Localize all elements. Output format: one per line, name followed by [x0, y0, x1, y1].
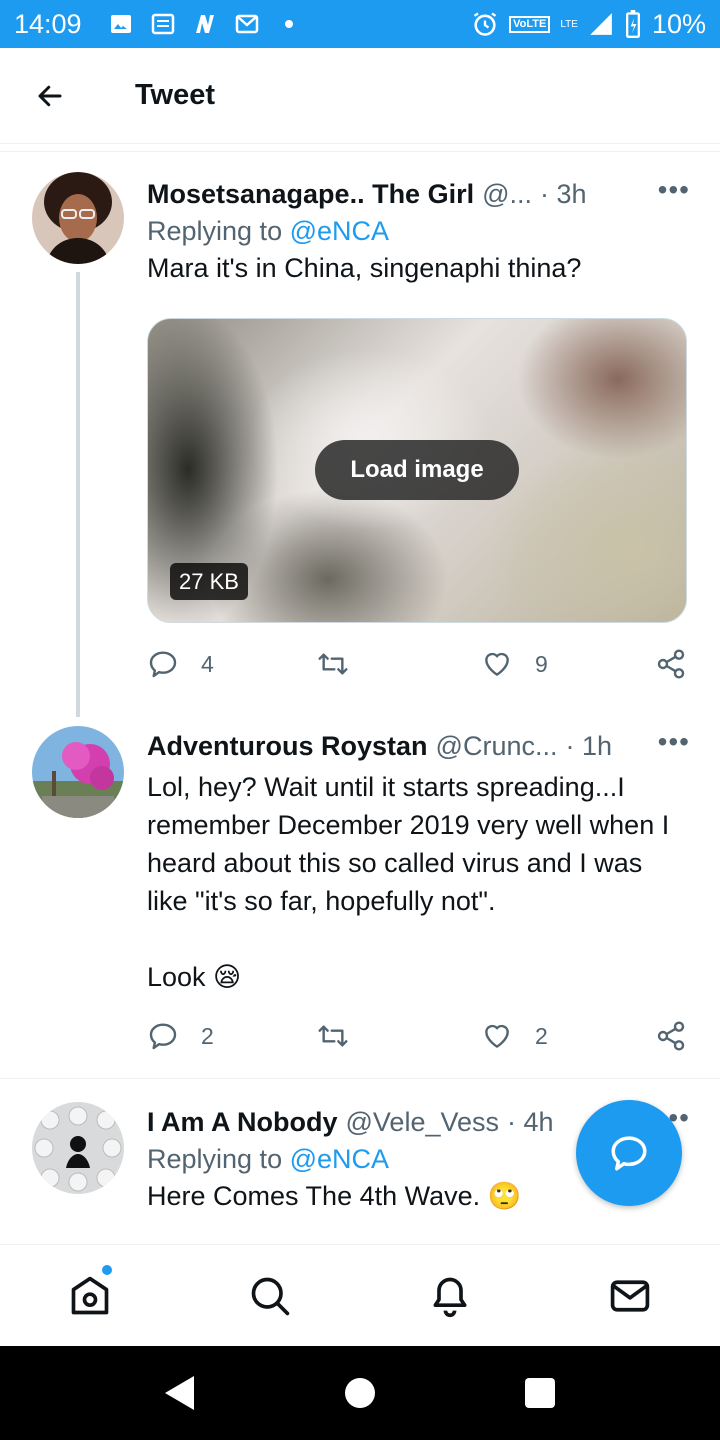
lte-label: LTE	[560, 18, 578, 30]
n-app-icon	[195, 15, 214, 33]
signal-icon	[590, 13, 612, 35]
thread-line	[76, 272, 80, 717]
retweet-icon	[318, 1025, 348, 1047]
arrow-left-icon	[38, 85, 62, 106]
android-nav-bar	[0, 1346, 720, 1440]
header-separator	[0, 144, 720, 152]
mail-icon	[610, 1280, 650, 1312]
back-button[interactable]	[25, 71, 75, 121]
chat-bubble-icon	[611, 1136, 647, 1171]
tweet-time: · 1h	[565, 730, 613, 761]
gmail-icon	[235, 14, 258, 34]
reply-button[interactable]: 2	[147, 1020, 214, 1052]
tweet-actions: 4 9	[147, 648, 689, 688]
avatar-image	[32, 726, 124, 818]
avatar-image	[32, 1102, 124, 1194]
system-status: VoLTE LTE 10%	[471, 9, 706, 40]
avatar[interactable]	[32, 172, 124, 264]
home-notification-dot	[102, 1265, 112, 1275]
tweet-body: Mosetsanagape.. The Girl @... · 3h ••• R…	[147, 174, 690, 287]
share-icon	[657, 1021, 685, 1051]
tweet-actions: 2 2	[147, 1020, 689, 1060]
like-count: 9	[535, 650, 548, 677]
android-recents-button[interactable]	[525, 1378, 555, 1408]
android-home-button[interactable]	[345, 1378, 375, 1408]
display-name[interactable]: Adventurous Roystan	[147, 731, 428, 762]
volte-badge: VoLTE	[509, 15, 551, 33]
compose-reply-button[interactable]	[576, 1100, 682, 1206]
display-name[interactable]: I Am A Nobody	[147, 1107, 338, 1138]
notification-icons	[108, 12, 302, 36]
more-options-button[interactable]: •••	[658, 174, 690, 206]
reply-count: 4	[201, 650, 214, 677]
battery-icon	[625, 10, 640, 38]
mention-link[interactable]: @eNCA	[290, 1144, 389, 1174]
dot-icon	[284, 20, 293, 28]
like-button[interactable]: 2	[481, 1020, 548, 1052]
tweet-text: Lol, hey? Wait until it starts spreading…	[147, 772, 670, 992]
page-title: Tweet	[135, 79, 216, 111]
share-icon	[657, 649, 685, 679]
replying-to: Replying to @eNCA	[147, 216, 690, 247]
reply-icon	[149, 1023, 177, 1050]
news-icon	[151, 13, 174, 35]
like-button[interactable]: 9	[481, 648, 548, 680]
nav-home[interactable]	[67, 1273, 113, 1319]
reply-icon	[149, 651, 177, 678]
retweet-button[interactable]	[317, 1020, 349, 1052]
avatar-image	[32, 172, 124, 264]
tweet-divider	[0, 1078, 720, 1079]
status-bar: 14:09 VoLTE LTE 10%	[0, 0, 720, 48]
replying-prefix: Replying to	[147, 216, 290, 246]
reply-count: 2	[201, 1022, 214, 1049]
search-icon	[251, 1277, 290, 1316]
tweet-header: Adventurous Roystan @Crunc... · 1h •••	[147, 726, 690, 766]
more-options-button[interactable]: •••	[658, 726, 690, 758]
status-time: 14:09	[14, 8, 82, 39]
load-image-button[interactable]: Load image	[315, 440, 519, 500]
tweet-time: · 3h	[540, 178, 587, 209]
user-handle[interactable]: @Vele_Vess	[346, 1107, 500, 1138]
display-name[interactable]: Mosetsanagape.. The Girl	[147, 179, 474, 210]
image-size-badge: 27 KB	[170, 563, 248, 600]
like-count: 2	[535, 1022, 548, 1049]
user-handle[interactable]: @...	[482, 179, 532, 210]
share-button[interactable]	[655, 648, 687, 680]
share-button[interactable]	[655, 1020, 687, 1052]
avatar[interactable]	[32, 1102, 124, 1194]
tweet-body: Adventurous Roystan @Crunc... · 1h ••• L…	[147, 726, 690, 996]
reply-button[interactable]: 4	[147, 648, 214, 680]
bottom-nav	[0, 1244, 720, 1346]
home-icon	[71, 1276, 109, 1315]
alarm-icon	[473, 12, 497, 36]
tweet-header: Mosetsanagape.. The Girl @... · 3h •••	[147, 174, 690, 214]
avatar[interactable]	[32, 726, 124, 818]
heart-icon	[485, 652, 509, 676]
android-back-button[interactable]	[165, 1376, 194, 1410]
heart-icon	[485, 1024, 509, 1048]
nav-notifications[interactable]	[427, 1273, 473, 1319]
bell-icon	[433, 1277, 467, 1318]
gallery-icon	[110, 15, 131, 33]
battery-percent: 10%	[651, 8, 706, 39]
tweet-time: · 4h	[507, 1106, 554, 1137]
user-handle[interactable]: @Crunc...	[436, 731, 558, 762]
replying-prefix: Replying to	[147, 1144, 290, 1174]
top-bar: Tweet	[0, 48, 720, 144]
nav-messages[interactable]	[607, 1273, 653, 1319]
tweet-text: Mara it's in China, singenaphi thina?	[147, 253, 582, 283]
retweet-icon	[318, 653, 348, 675]
nav-search[interactable]	[247, 1273, 293, 1319]
media-preview[interactable]: Load image 27 KB	[147, 318, 687, 623]
retweet-button[interactable]	[317, 648, 349, 680]
mention-link[interactable]: @eNCA	[290, 216, 389, 246]
